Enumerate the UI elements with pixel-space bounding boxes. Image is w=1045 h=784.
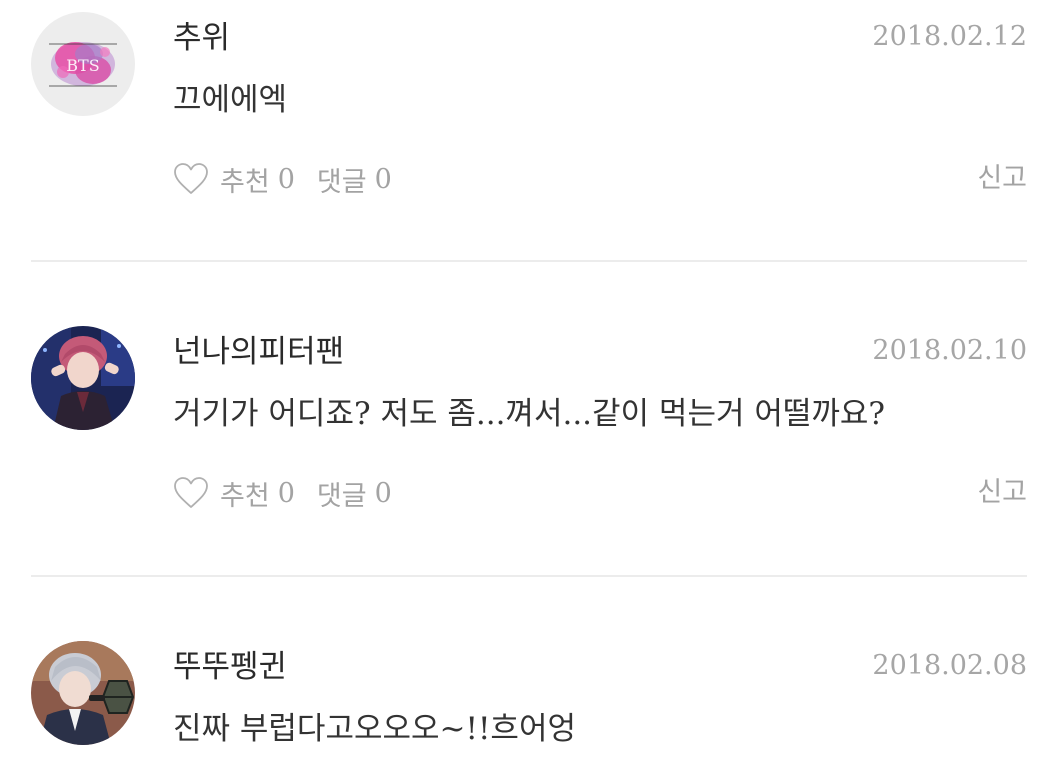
bts-logo-avatar-image: BTS [31,12,135,116]
like-count: 0 [277,163,295,195]
comment-date: 2018.02.12 [872,21,1027,52]
reply-label[interactable]: 댓글 [317,474,367,513]
comment-item: BTS 추위 2018.02.12 끄에에엑 추천 0 댓글 0 신고 [0,0,1045,262]
avatar[interactable] [31,326,135,430]
comment-actions: 추천 0 댓글 0 [173,159,392,199]
heart-icon[interactable] [173,162,209,196]
like-label[interactable]: 추천 [220,474,270,513]
profile-photo-avatar-image [31,326,135,430]
reply-count: 0 [374,163,392,195]
like-label[interactable]: 추천 [220,160,270,199]
comment-actions: 추천 0 댓글 0 [173,473,392,513]
comment-date: 2018.02.10 [872,335,1027,366]
comment-item: 넌나의피터팬 2018.02.10 거기가 어디죠? 저도 좀...껴서...같… [0,262,1045,577]
comment-body: 끄에에엑 [173,82,288,118]
avatar[interactable] [31,641,135,745]
svg-text:BTS: BTS [66,56,99,75]
comment-author[interactable]: 뚜뚜펭귄 [173,647,287,687]
like-count: 0 [277,477,295,509]
avatar[interactable]: BTS [31,12,135,116]
comment-item: 뚜뚜펭귄 2018.02.08 진짜 부럽다고오오오~!!흐어엉 [0,577,1045,784]
reply-count: 0 [374,477,392,509]
comment-body: 진짜 부럽다고오오오~!!흐어엉 [173,711,576,747]
comment-date: 2018.02.08 [872,650,1027,681]
profile-photo-avatar-image [31,641,135,745]
comment-list: BTS 추위 2018.02.12 끄에에엑 추천 0 댓글 0 신고 넌나의피… [0,0,1045,784]
report-button[interactable]: 신고 [977,473,1027,513]
reply-label[interactable]: 댓글 [317,160,367,199]
heart-icon[interactable] [173,476,209,510]
comment-body: 거기가 어디죠? 저도 좀...껴서...같이 먹는거 어떨까요? [173,396,886,432]
comment-author[interactable]: 추위 [173,18,230,58]
comment-author[interactable]: 넌나의피터팬 [173,332,344,372]
report-button[interactable]: 신고 [977,159,1027,199]
